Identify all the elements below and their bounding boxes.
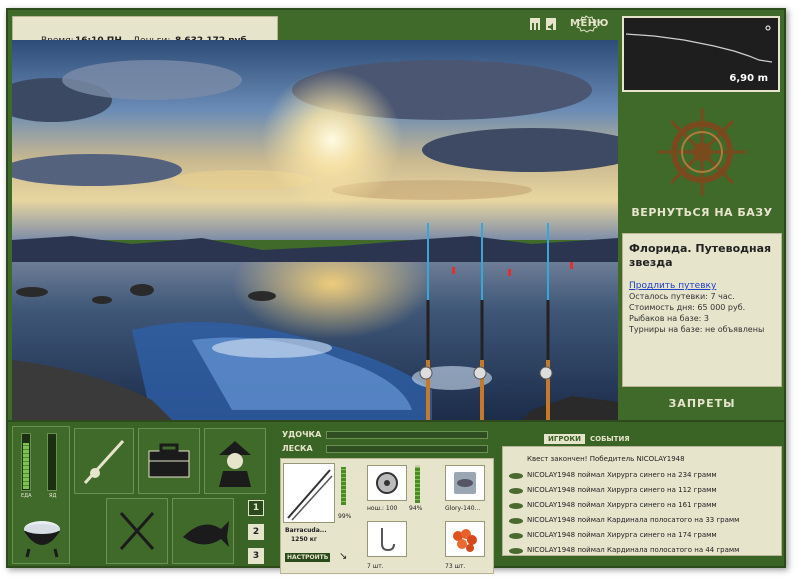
line-tension-bar — [326, 445, 488, 453]
location-panel: Флорида. Путеводная звезда Продлить путе… — [622, 233, 782, 387]
fish-icon — [509, 533, 523, 539]
tab-players[interactable]: ИГРОКИ — [544, 434, 585, 444]
expand-arrow-icon[interactable]: ↘ — [339, 551, 347, 562]
rod-slot[interactable] — [283, 463, 335, 523]
extend-permit-link[interactable]: Продлить путевку — [629, 281, 775, 291]
rod-condition-meter — [341, 467, 346, 505]
rod-name: Barracuda... — [285, 527, 327, 534]
tackle-box-icon — [148, 443, 190, 478]
rod-condition-fill — [341, 467, 346, 505]
location-title: Флорида. Путеводная звезда — [629, 242, 772, 269]
fish-icon — [183, 521, 229, 547]
tab-events[interactable]: СОБЫТИЯ — [590, 435, 630, 443]
rod-image — [287, 469, 333, 521]
location-info-line: Турниры на базе: не объявлены — [629, 325, 765, 334]
food-icon — [119, 512, 155, 550]
reel-icon — [376, 472, 398, 494]
tackle-tension-bars: УДОЧКА ЛЕСКА — [276, 430, 494, 456]
page-1-button[interactable]: 1 — [248, 500, 264, 516]
bait-icon — [453, 529, 477, 552]
reel-condition-meter — [415, 465, 420, 503]
fish-icon — [509, 473, 523, 479]
page-3-button[interactable]: 3 — [248, 548, 264, 564]
hook-slot[interactable] — [367, 521, 407, 557]
menu-button[interactable]: МЕНЮ — [570, 15, 609, 33]
fish-icon — [509, 518, 523, 524]
float-3 — [570, 262, 573, 269]
location-info-line: Рыбаков на базе: 3 — [629, 314, 709, 323]
list-item: NICOLAY1948 поймал Кардинала полосатого … — [527, 546, 740, 554]
hook-icon — [381, 528, 395, 552]
fish-icon — [509, 488, 523, 494]
menu-label: МЕНЮ — [570, 18, 609, 29]
fish-button[interactable] — [172, 498, 234, 564]
reel-condition: 94% — [409, 505, 423, 512]
lure-caption: Glory-140... — [445, 505, 481, 512]
food-label: ЕДА — [21, 493, 32, 499]
rod-button[interactable] — [74, 428, 134, 494]
reel-caption: нош.: 100 — [367, 505, 398, 512]
food-meter — [21, 433, 31, 491]
list-item: NICOLAY1948 поймал Хирурга синего на 174… — [527, 531, 717, 539]
setup-button[interactable]: НАСТРОИТЬ — [285, 553, 331, 562]
tackle-panel: 99% Barracuda... 1250 кг НАСТРОИТЬ ↘ нош… — [280, 458, 494, 574]
depth-value: 6,90 m — [729, 73, 768, 84]
food-meter-fill — [23, 443, 29, 489]
list-item: NICOLAY1948 поймал Кардинала полосатого … — [527, 516, 740, 524]
events-log: Квест закончен! Победитель NICOLAY1948 N… — [502, 446, 782, 556]
food-pot-icon[interactable] — [17, 505, 67, 561]
hook-caption: 7 шт. — [367, 563, 384, 570]
list-item: NICOLAY1948 поймал Хирурга синего на 234… — [527, 471, 717, 479]
game-window: Время: 16:10 ПН Деньги: 8 632 172 руб. М… — [6, 8, 786, 574]
rod-tension-label: УДОЧКА — [282, 430, 322, 439]
depth-panel: 6,90 m — [622, 16, 780, 92]
fisherman-button[interactable] — [204, 428, 266, 494]
list-item: NICOLAY1948 поймал Хирурга синего на 161… — [527, 501, 717, 509]
fish-icon — [509, 548, 523, 554]
rod-icon — [83, 439, 125, 485]
pause-icon[interactable] — [530, 18, 540, 31]
needs-panel: ЕДА ЯД — [12, 426, 70, 564]
list-item: NICOLAY1948 поймал Хирурга синего на 112… — [527, 486, 717, 494]
quest-message: Квест закончен! Победитель NICOLAY1948 — [527, 455, 685, 463]
tackle-box-button[interactable] — [138, 428, 200, 494]
float-1 — [452, 267, 455, 274]
bait-slot[interactable] — [445, 521, 485, 557]
bait-caption: 73 шт. — [445, 563, 466, 570]
rod-weight: 1250 кг — [291, 536, 317, 543]
bans-button[interactable]: ЗАПРЕТЫ — [620, 397, 784, 410]
food-button[interactable] — [106, 498, 168, 564]
reel-condition-fill — [415, 467, 420, 503]
rod-condition: 99% — [338, 513, 352, 520]
lure-slot[interactable] — [445, 465, 485, 501]
line-tension-label: ЛЕСКА — [282, 444, 313, 453]
return-to-base-button[interactable]: ВЕРНУТЬСЯ НА БАЗУ — [620, 206, 784, 219]
poison-meter — [47, 433, 57, 491]
fisherman-icon — [219, 441, 251, 487]
lure-icon — [454, 472, 476, 494]
fishing-scene[interactable] — [12, 40, 618, 420]
sound-icon[interactable] — [546, 18, 556, 31]
fish-icon — [509, 503, 523, 509]
rod-tension-bar — [326, 431, 488, 439]
location-info-line: Осталось путевки: 7 час. — [629, 292, 735, 301]
float-2 — [508, 269, 511, 276]
location-info-line: Стоимость дня: 65 000 руб. — [629, 303, 746, 312]
reel-slot[interactable] — [367, 465, 407, 501]
page-2-button[interactable]: 2 — [248, 524, 264, 540]
poison-label: ЯД — [49, 493, 57, 499]
